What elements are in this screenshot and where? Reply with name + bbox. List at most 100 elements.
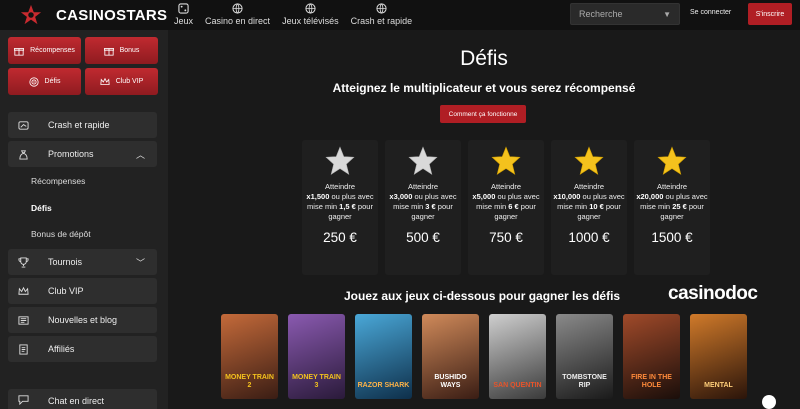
game-tile[interactable]: BUSHIDO WAYS [422, 314, 479, 399]
sidebar-item-label: Promotions [48, 149, 94, 159]
sidebar-item-label: Tournois [48, 257, 83, 267]
game-tile[interactable]: SAN QUENTIN [489, 314, 546, 399]
page-title: Défis [460, 47, 508, 70]
page-subtitle: Atteignez le multiplicateur et vous sere… [332, 81, 636, 95]
sidebar-item-crash[interactable]: Crash et rapide [8, 112, 157, 138]
game-name: FIRE IN THE HOLE [631, 374, 672, 389]
sidebar-item-label: Affiliés [48, 344, 75, 354]
money-bag-icon [19, 149, 28, 160]
game-tile[interactable]: RAZOR SHARK [355, 314, 412, 399]
promo-grid: Récompenses Bonus Défis Club VIP [8, 37, 158, 95]
trophy-icon [18, 256, 29, 268]
sidebar-item-promotions[interactable]: Promotions ︿ [8, 141, 157, 167]
game-name: TOMBSTONE RIP [562, 374, 607, 389]
sidebar-item-news[interactable]: Nouvelles et blog [8, 307, 157, 333]
sidebar-item-label: Crash et rapide [48, 120, 110, 130]
game-tile[interactable]: MONEY TRAIN 3 [288, 314, 345, 399]
logo[interactable]: CASINOSTARS [0, 0, 168, 30]
crash-icon [18, 120, 29, 130]
login-link[interactable]: Se connecter [690, 9, 731, 16]
challenge-card: Atteindre x20,000 ou plus avec mise min 2… [634, 140, 710, 275]
chat-label: Chat en direct [48, 396, 105, 406]
game-name: MONEY TRAIN 2 [225, 374, 274, 389]
sidebar-item-label: Nouvelles et blog [48, 315, 118, 325]
main-content: Défis Atteignez le multiplicateur et vou… [168, 30, 800, 409]
search-select[interactable]: Recherche ▼ [570, 3, 680, 25]
newspaper-icon [18, 315, 29, 325]
challenge-description: Atteindre x3,000 ou plus avec mise min 3 … [389, 182, 457, 221]
challenge-cards: Atteindre x1,500 ou plus avec mise min 1,… [302, 140, 710, 275]
sidebar-item-affiliates[interactable]: Affiliés [8, 336, 157, 362]
challenge-description: Atteindre x1,500 ou plus avec mise min 1,… [306, 182, 374, 221]
challenge-card: Atteindre x5,000 ou plus avec mise min 6 … [468, 140, 544, 275]
challenge-reward: 1000 € [568, 230, 610, 245]
crown-icon [18, 286, 29, 295]
nav-label: Jeux télévisés [282, 16, 339, 26]
nav-label: Crash et rapide [350, 16, 413, 26]
promo-rewards-button[interactable]: Récompenses [8, 37, 81, 64]
promo-vip-button[interactable]: Club VIP [85, 68, 158, 95]
challenge-reward: 500 € [406, 230, 440, 245]
promo-challenges-button[interactable]: Défis [8, 68, 81, 95]
signup-button[interactable]: S'inscrire [748, 3, 792, 25]
sidebar-item-label: Club VIP [48, 286, 84, 296]
star-icon [657, 146, 687, 175]
search-placeholder: Recherche [579, 9, 623, 19]
how-it-works-button[interactable]: Comment ça fonctionne [440, 105, 526, 123]
sidebar-item-vip[interactable]: Club VIP [8, 278, 157, 304]
promo-label: Récompenses [30, 47, 75, 54]
globe-icon [232, 3, 243, 14]
challenge-description: Atteindre x10,000 ou plus avec mise min 1… [553, 182, 625, 221]
challenge-reward: 250 € [323, 230, 357, 245]
globe-icon [305, 3, 316, 14]
nav-label: Jeux [174, 16, 194, 26]
sidebar-sub-rewards[interactable]: Récompenses [31, 176, 85, 186]
sidebar-item-tournaments[interactable]: Tournois ﹀ [8, 249, 157, 275]
dice-icon [178, 3, 189, 14]
promo-bonus-button[interactable]: Bonus [85, 37, 158, 64]
game-name: MONEY TRAIN 3 [292, 374, 341, 389]
nav-crash[interactable]: Crash et rapide [345, 0, 419, 30]
challenge-description: Atteindre x5,000 ou plus avec mise min 6 … [472, 182, 540, 221]
game-name: MENTAL [704, 382, 733, 389]
brand-name: CASINOSTARS [56, 6, 168, 24]
top-bar: CASINOSTARS Jeux Casino en direct Jeux t… [0, 0, 800, 30]
game-name: BUSHIDO WAYS [434, 374, 467, 389]
chat-bubble-icon[interactable] [762, 395, 776, 409]
star-logo-icon [20, 4, 42, 26]
challenge-reward: 1500 € [651, 230, 693, 245]
casinodoc-logo: casinodoc [668, 283, 758, 304]
nav-label: Casino en direct [205, 16, 271, 26]
star-icon [408, 146, 438, 175]
sidebar-sub-challenges[interactable]: Défis [31, 203, 52, 213]
chevron-up-icon: ︿ [135, 149, 145, 160]
challenge-card: Atteindre x1,500 ou plus avec mise min 1,… [302, 140, 378, 275]
game-tile[interactable]: FIRE IN THE HOLE [623, 314, 680, 399]
promo-label: Club VIP [115, 78, 144, 85]
caret-down-icon: ▼ [663, 9, 671, 19]
document-icon [19, 343, 28, 355]
star-icon [325, 146, 355, 175]
live-chat-button[interactable]: Chat en direct [8, 389, 157, 409]
challenge-card: Atteindre x3,000 ou plus avec mise min 3 … [385, 140, 461, 275]
challenge-reward: 750 € [489, 230, 523, 245]
game-name: RAZOR SHARK [357, 382, 410, 389]
challenge-card: Atteindre x10,000 ou plus avec mise min 1… [551, 140, 627, 275]
game-tile[interactable]: MENTAL [690, 314, 747, 399]
chat-icon [18, 395, 29, 405]
game-name: SAN QUENTIN [493, 382, 542, 389]
challenge-description: Atteindre x20,000 ou plus avec mise min 2… [636, 182, 708, 221]
nav-games[interactable]: Jeux [168, 0, 199, 30]
sidebar-sub-deposit-bonus[interactable]: Bonus de dépôt [31, 229, 91, 239]
promo-label: Bonus [119, 47, 140, 54]
game-tile[interactable]: MONEY TRAIN 2 [221, 314, 278, 399]
globe-icon [376, 3, 387, 14]
sidebar: Récompenses Bonus Défis Club VIP Crash e… [0, 30, 168, 409]
nav-tv-games[interactable]: Jeux télévisés [276, 0, 345, 30]
chevron-down-icon: ﹀ [135, 257, 145, 268]
star-icon [491, 146, 521, 175]
crown-icon [100, 77, 110, 85]
promo-label: Défis [44, 78, 61, 85]
game-tile[interactable]: TOMBSTONE RIP [556, 314, 613, 399]
nav-live-casino[interactable]: Casino en direct [199, 0, 276, 30]
